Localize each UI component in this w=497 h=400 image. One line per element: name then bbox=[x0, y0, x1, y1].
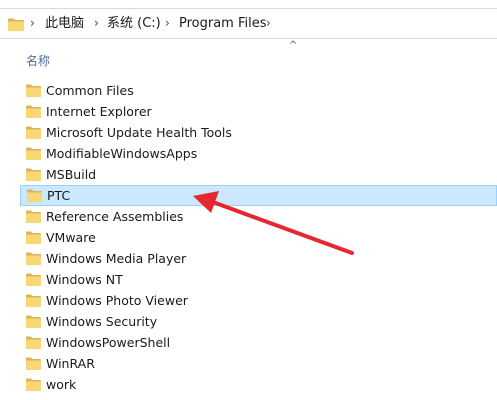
file-row[interactable]: VMware bbox=[0, 227, 497, 248]
folder-icon bbox=[26, 357, 41, 370]
file-row[interactable]: Windows NT bbox=[0, 269, 497, 290]
file-row[interactable]: Windows Security bbox=[0, 311, 497, 332]
file-name: Windows NT bbox=[46, 272, 123, 287]
folder-icon bbox=[8, 18, 24, 31]
file-row[interactable]: work bbox=[0, 374, 497, 395]
address-bar[interactable]: › 此电脑 › 系统 (C:) › Program Files › bbox=[0, 8, 497, 39]
file-name: Windows Media Player bbox=[46, 251, 187, 266]
file-row[interactable]: Internet Explorer bbox=[0, 101, 497, 122]
folder-icon bbox=[26, 294, 41, 307]
file-name: ModifiableWindowsApps bbox=[46, 146, 198, 161]
file-name: Internet Explorer bbox=[46, 104, 152, 119]
folder-icon bbox=[27, 189, 42, 202]
file-name: work bbox=[46, 377, 77, 392]
file-name: Windows Security bbox=[46, 314, 158, 329]
file-name: Reference Assemblies bbox=[46, 209, 184, 224]
folder-icon bbox=[26, 147, 41, 160]
breadcrumb-program-files[interactable]: Program Files bbox=[179, 9, 267, 38]
folder-icon bbox=[26, 210, 41, 223]
column-header-name[interactable]: 名称 bbox=[26, 52, 50, 69]
file-row[interactable]: Windows Media Player bbox=[0, 248, 497, 269]
folder-icon bbox=[26, 273, 41, 286]
file-row[interactable]: Microsoft Update Health Tools bbox=[0, 122, 497, 143]
breadcrumb-this-pc[interactable]: 此电脑 bbox=[45, 9, 84, 38]
folder-icon bbox=[26, 126, 41, 139]
file-name: Windows Photo Viewer bbox=[46, 293, 188, 308]
file-name: WinRAR bbox=[46, 356, 95, 371]
file-row[interactable]: PTC bbox=[20, 185, 497, 206]
chevron-right-icon[interactable]: › bbox=[30, 9, 35, 38]
file-row[interactable]: Reference Assemblies bbox=[0, 206, 497, 227]
file-name: Microsoft Update Health Tools bbox=[46, 125, 232, 140]
file-row[interactable]: WindowsPowerShell bbox=[0, 332, 497, 353]
file-list: Common Files Internet Explorer Microsoft U… bbox=[0, 80, 497, 395]
folder-icon bbox=[26, 252, 41, 265]
file-row[interactable]: Common Files bbox=[0, 80, 497, 101]
chevron-right-icon[interactable]: › bbox=[165, 9, 170, 38]
chevron-right-icon[interactable]: › bbox=[94, 9, 99, 38]
file-row[interactable]: Windows Photo Viewer bbox=[0, 290, 497, 311]
file-name: PTC bbox=[47, 188, 71, 203]
file-name: WindowsPowerShell bbox=[46, 335, 171, 350]
file-row[interactable]: MSBuild bbox=[0, 164, 497, 185]
chevron-right-icon[interactable]: › bbox=[266, 9, 271, 38]
folder-icon bbox=[26, 336, 41, 349]
file-name: MSBuild bbox=[46, 167, 97, 182]
breadcrumb-system-c[interactable]: 系统 (C:) bbox=[107, 9, 161, 38]
file-row[interactable]: ModifiableWindowsApps bbox=[0, 143, 497, 164]
file-row[interactable]: WinRAR bbox=[0, 353, 497, 374]
folder-icon bbox=[26, 231, 41, 244]
folder-icon bbox=[26, 315, 41, 328]
sort-ascending-icon: ^ bbox=[289, 40, 298, 51]
folder-icon bbox=[26, 168, 41, 181]
folder-icon bbox=[26, 378, 41, 391]
file-name: VMware bbox=[46, 230, 96, 245]
folder-icon bbox=[26, 84, 41, 97]
folder-icon bbox=[26, 105, 41, 118]
file-name: Common Files bbox=[46, 83, 134, 98]
